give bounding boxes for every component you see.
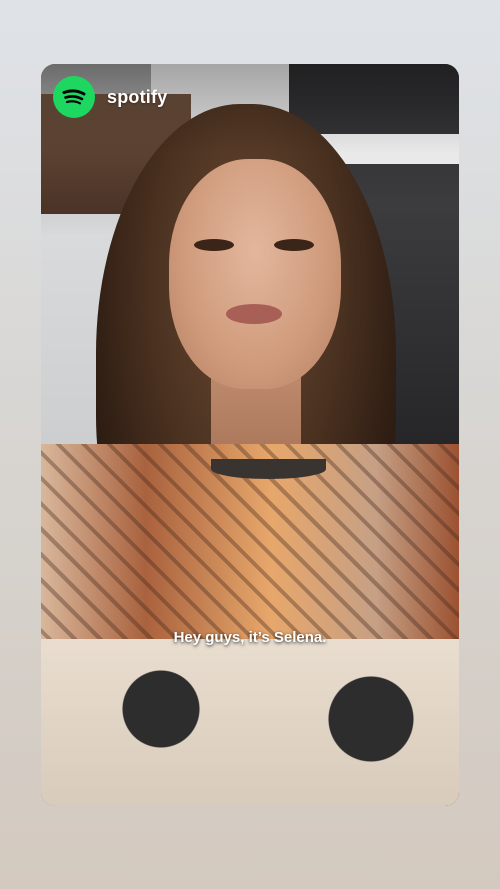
video-caption: Hey guys, it’s Selena.	[173, 629, 327, 646]
spotify-logo-icon[interactable]	[53, 76, 95, 118]
story-card[interactable]: spotify Hey guys, it’s Selena.	[41, 64, 459, 806]
brand-name[interactable]: spotify	[107, 87, 167, 108]
story-header: spotify	[53, 76, 167, 118]
video-frame	[41, 64, 459, 806]
person-face	[169, 159, 341, 389]
